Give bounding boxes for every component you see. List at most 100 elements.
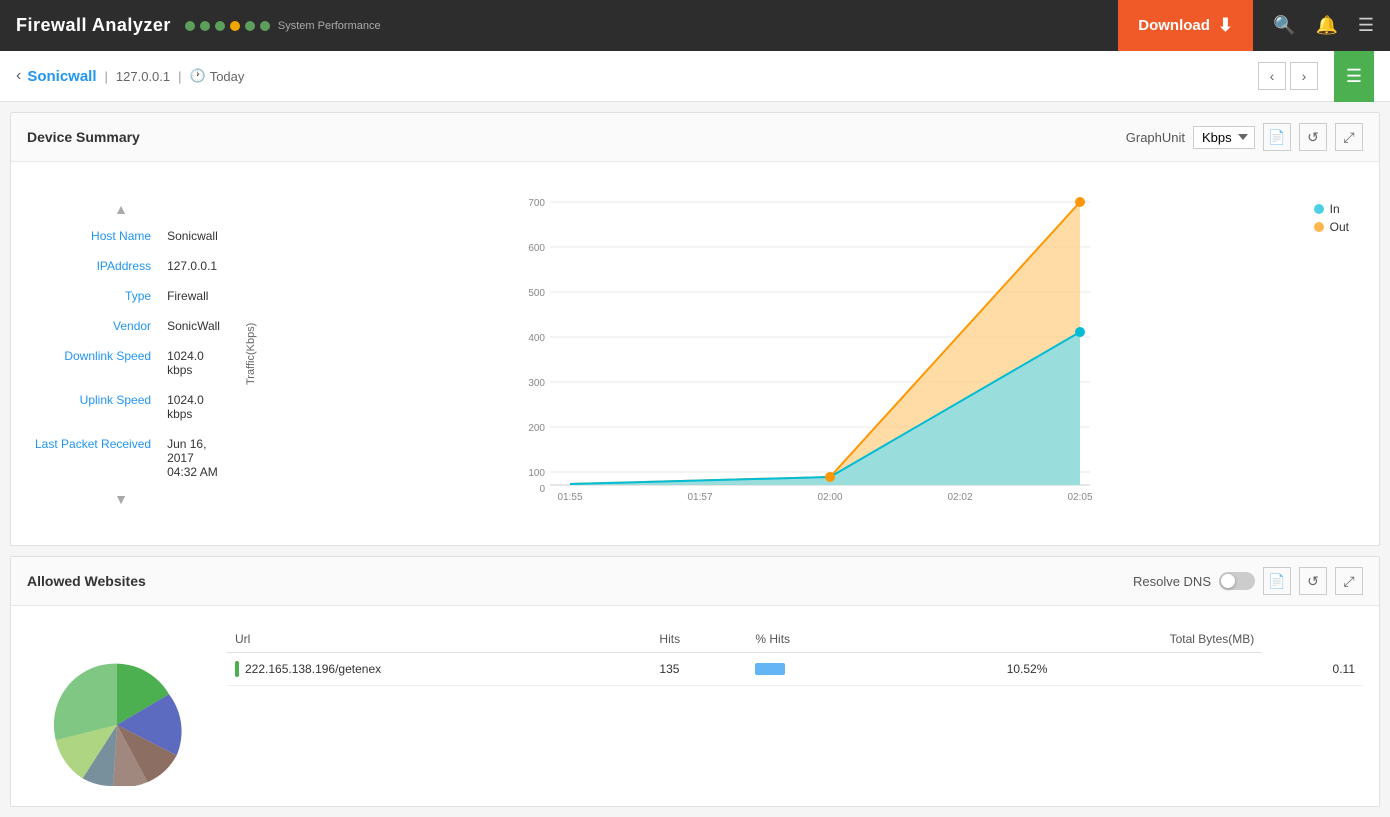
breadcrumb-sep-1: | bbox=[105, 69, 108, 84]
legend-out-label: Out bbox=[1330, 220, 1349, 234]
url-cell: 222.165.138.196/getenex bbox=[227, 653, 651, 686]
field-label: Host Name bbox=[31, 221, 163, 251]
header-right-controls: Download ⬇ 🔍 🔔 ☰ bbox=[1118, 0, 1374, 51]
pct-hits-text: 10.52% bbox=[999, 653, 1263, 686]
device-info-panel: ▲ Host Name Sonicwall IPAddress 127.0.0.… bbox=[11, 182, 231, 525]
url-indicator bbox=[235, 661, 239, 677]
svg-text:01:55: 01:55 bbox=[557, 492, 582, 503]
svg-text:300: 300 bbox=[528, 378, 545, 389]
app-title: Firewall Analyzer bbox=[16, 15, 171, 36]
field-value: Sonicwall bbox=[163, 221, 224, 251]
resolve-dns-toggle[interactable] bbox=[1219, 572, 1255, 590]
device-table-row: Downlink Speed 1024.0 kbps bbox=[31, 341, 224, 385]
svg-text:400: 400 bbox=[528, 333, 545, 344]
svg-text:500: 500 bbox=[528, 288, 545, 299]
search-icon[interactable]: 🔍 bbox=[1273, 15, 1295, 36]
sub-header: ‹ Sonicwall | 127.0.0.1 | 🕐 Today ‹ › ☰ bbox=[0, 51, 1390, 102]
dot-5 bbox=[245, 21, 255, 31]
refresh-chart-button[interactable]: ↺ bbox=[1299, 123, 1327, 151]
save-websites-button[interactable]: 📄 bbox=[1263, 567, 1291, 595]
svg-text:700: 700 bbox=[528, 198, 545, 209]
scroll-down-arrow[interactable]: ▼ bbox=[31, 487, 211, 511]
toggle-track[interactable] bbox=[1219, 572, 1255, 590]
device-summary-section: Device Summary GraphUnit Kbps Mbps Bps 📄… bbox=[10, 112, 1380, 546]
dot-3 bbox=[215, 21, 225, 31]
field-value: Firewall bbox=[163, 281, 224, 311]
device-table-row: Vendor SonicWall bbox=[31, 311, 224, 341]
field-label: Last Packet Received bbox=[31, 429, 163, 487]
breadcrumb-date-label: Today bbox=[210, 69, 245, 84]
dot-2 bbox=[200, 21, 210, 31]
allowed-websites-body: Url Hits % Hits Total Bytes(MB) 222.165.… bbox=[11, 606, 1379, 806]
svg-text:100: 100 bbox=[528, 468, 545, 479]
svg-text:02:05: 02:05 bbox=[1067, 492, 1092, 503]
scroll-up-arrow[interactable]: ▲ bbox=[31, 197, 211, 221]
legend-out-dot bbox=[1314, 222, 1324, 232]
chart-area: Traffic(Kbps) 700 bbox=[231, 182, 1379, 525]
dot-4 bbox=[230, 21, 240, 31]
download-label: Download bbox=[1138, 17, 1210, 34]
graph-unit-select[interactable]: Kbps Mbps Bps bbox=[1193, 126, 1255, 149]
device-summary-controls: GraphUnit Kbps Mbps Bps 📄 ↺ ⤢ bbox=[1126, 123, 1363, 151]
chart-container: Traffic(Kbps) 700 bbox=[241, 192, 1359, 515]
hamburger-button[interactable]: ☰ bbox=[1334, 51, 1374, 102]
download-icon: ⬇ bbox=[1218, 15, 1233, 36]
field-value: 127.0.0.1 bbox=[163, 251, 224, 281]
device-table-row: Host Name Sonicwall bbox=[31, 221, 224, 251]
field-value: 1024.0 kbps bbox=[163, 341, 224, 385]
field-label: Vendor bbox=[31, 311, 163, 341]
device-table-row: Uplink Speed 1024.0 kbps bbox=[31, 385, 224, 429]
svg-text:0: 0 bbox=[539, 484, 545, 495]
svg-text:02:02: 02:02 bbox=[947, 492, 972, 503]
allowed-websites-controls: Resolve DNS 📄 ↺ ⤢ bbox=[1133, 567, 1363, 595]
device-table-row: Last Packet Received Jun 16, 2017 04:32 … bbox=[31, 429, 224, 487]
y-axis-label: Traffic(Kbps) bbox=[241, 192, 261, 515]
bytes-cell: 0.11 bbox=[1262, 653, 1363, 686]
chart-legend: In Out bbox=[1314, 202, 1349, 234]
bell-icon[interactable]: 🔔 bbox=[1315, 15, 1337, 36]
back-arrow[interactable]: ‹ bbox=[16, 67, 21, 85]
device-table: Host Name Sonicwall IPAddress 127.0.0.1 … bbox=[31, 221, 224, 487]
fullscreen-websites-button[interactable]: ⤢ bbox=[1335, 567, 1363, 595]
breadcrumb-date: 🕐 Today bbox=[190, 68, 245, 84]
legend-in: In bbox=[1314, 202, 1349, 216]
field-label: Downlink Speed bbox=[31, 341, 163, 385]
nav-arrows: ‹ › ☰ bbox=[1258, 51, 1374, 102]
pct-hits-cell bbox=[747, 653, 998, 686]
device-summary-title: Device Summary bbox=[27, 129, 140, 145]
download-button[interactable]: Download ⬇ bbox=[1118, 0, 1253, 51]
field-label: Uplink Speed bbox=[31, 385, 163, 429]
field-value: Jun 16, 2017 04:32 AM bbox=[163, 429, 224, 487]
prev-button[interactable]: ‹ bbox=[1258, 62, 1286, 90]
svg-text:02:00: 02:00 bbox=[817, 492, 842, 503]
chart-inner: 700 600 500 400 300 200 100 0 01:55 bbox=[261, 192, 1359, 515]
device-table-row: IPAddress 127.0.0.1 bbox=[31, 251, 224, 281]
device-summary-header: Device Summary GraphUnit Kbps Mbps Bps 📄… bbox=[11, 113, 1379, 162]
app-header: Firewall Analyzer System Performance Dow… bbox=[0, 0, 1390, 51]
total-bytes-header: Total Bytes(MB) bbox=[999, 626, 1263, 653]
fullscreen-chart-button[interactable]: ⤢ bbox=[1335, 123, 1363, 151]
hits-cell: 135 bbox=[651, 653, 747, 686]
hits-bar-container bbox=[755, 663, 835, 675]
device-table-row: Type Firewall bbox=[31, 281, 224, 311]
main-content: Device Summary GraphUnit Kbps Mbps Bps 📄… bbox=[0, 112, 1390, 807]
dot-6 bbox=[260, 21, 270, 31]
field-value: SonicWall bbox=[163, 311, 224, 341]
allowed-websites-header: Allowed Websites Resolve DNS 📄 ↺ ⤢ bbox=[11, 557, 1379, 606]
breadcrumb-sep-2: | bbox=[178, 69, 181, 84]
hits-header: Hits bbox=[651, 626, 747, 653]
refresh-websites-button[interactable]: ↺ bbox=[1299, 567, 1327, 595]
breadcrumb-ip: 127.0.0.1 bbox=[116, 69, 170, 84]
field-label: IPAddress bbox=[31, 251, 163, 281]
header-subtitle: System Performance bbox=[278, 20, 381, 32]
legend-in-dot bbox=[1314, 204, 1324, 214]
next-button[interactable]: › bbox=[1290, 62, 1318, 90]
settings-icon[interactable]: ☰ bbox=[1358, 15, 1374, 36]
dot-1 bbox=[185, 21, 195, 31]
breadcrumb-device[interactable]: Sonicwall bbox=[27, 68, 96, 85]
legend-in-label: In bbox=[1330, 202, 1340, 216]
save-chart-button[interactable]: 📄 bbox=[1263, 123, 1291, 151]
websites-table: Url Hits % Hits Total Bytes(MB) 222.165.… bbox=[227, 626, 1363, 686]
table-row: 222.165.138.196/getenex 135 10.52% 0.11 bbox=[227, 653, 1363, 686]
resolve-dns-label: Resolve DNS bbox=[1133, 574, 1211, 589]
